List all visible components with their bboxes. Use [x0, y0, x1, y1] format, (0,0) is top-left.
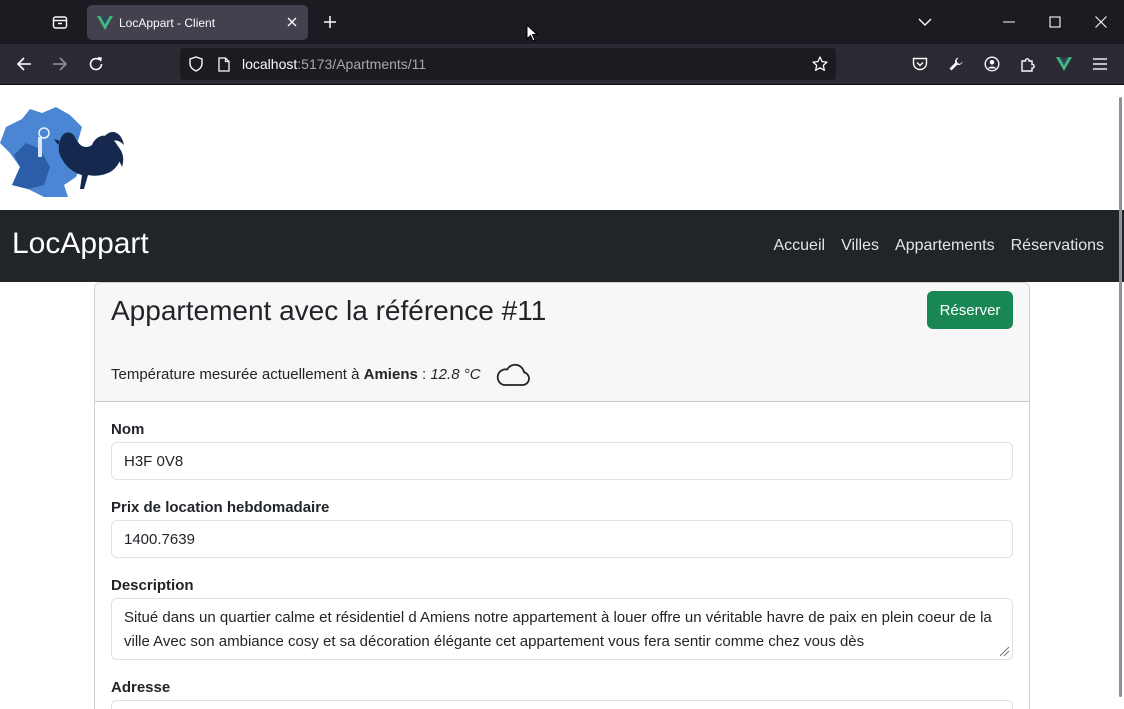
vue-icon	[97, 15, 113, 31]
name-value: H3F 0V8	[124, 452, 184, 470]
temperature-line: Température mesurée actuellement à Amien…	[111, 359, 531, 389]
maximize-button[interactable]	[1032, 0, 1078, 44]
minimize-button[interactable]	[986, 0, 1032, 44]
arrow-right-icon	[53, 57, 68, 71]
temperature-value: 12.8 °C	[430, 365, 481, 383]
menu-button[interactable]	[1085, 49, 1115, 79]
tab-close-button[interactable]	[284, 14, 300, 30]
vue-devtools-button[interactable]	[1049, 49, 1079, 79]
description-label: Description	[111, 577, 194, 594]
description-value: Situé dans un quartier calme et résident…	[124, 609, 992, 650]
url-text[interactable]: localhost:5173/Apartments/11	[242, 56, 426, 72]
nav-link-accueil[interactable]: Accueil	[773, 237, 825, 255]
url-bar[interactable]: localhost:5173/Apartments/11	[180, 48, 836, 80]
minimize-icon	[1003, 21, 1015, 23]
maximize-icon	[1049, 16, 1061, 28]
nav-link-appartements[interactable]: Appartements	[895, 237, 995, 255]
price-value: 1400.7639	[124, 530, 195, 548]
back-button[interactable]	[9, 49, 39, 79]
page-title: Appartement avec la référence #11	[111, 295, 547, 326]
page-icon[interactable]	[216, 56, 232, 72]
address-field[interactable]	[111, 700, 1013, 709]
page-scrollbar[interactable]	[1119, 97, 1122, 697]
wrench-icon	[949, 57, 963, 71]
page-content: LocAppart Accueil Villes Appartements Ré…	[0, 85, 1124, 709]
reload-icon	[89, 57, 103, 71]
account-button[interactable]	[977, 49, 1007, 79]
close-icon	[1095, 16, 1107, 28]
hamburger-icon	[1093, 58, 1107, 70]
url-path: :5173/Apartments/11	[297, 56, 427, 72]
resize-grip-icon[interactable]	[998, 645, 1010, 657]
shield-icon[interactable]	[188, 56, 204, 72]
tab-list-icon	[52, 16, 68, 29]
tab-active[interactable]: LocAppart - Client	[87, 5, 308, 40]
bookmark-star-icon[interactable]	[812, 56, 828, 72]
city-name: Amiens	[363, 365, 418, 383]
browser-tab-bar: LocAppart - Client	[0, 0, 1124, 44]
site-brand[interactable]: LocAppart	[12, 227, 149, 261]
price-label: Prix de location hebdomadaire	[111, 499, 330, 516]
reserve-button[interactable]: Réserver	[927, 291, 1013, 329]
pocket-button[interactable]	[905, 49, 935, 79]
vue-icon	[1056, 57, 1072, 71]
cloud-icon	[495, 359, 531, 389]
extensions-button[interactable]	[1013, 49, 1043, 79]
tools-button[interactable]	[941, 49, 971, 79]
arrow-left-icon	[16, 57, 31, 71]
account-icon	[984, 56, 1000, 72]
address-label: Adresse	[111, 679, 171, 696]
name-field[interactable]: H3F 0V8	[111, 442, 1013, 480]
apartment-card: Appartement avec la référence #11 Réserv…	[94, 282, 1030, 709]
tab-title: LocAppart - Client	[119, 15, 216, 30]
site-nav-links: Accueil Villes Appartements Réservations	[773, 237, 1104, 255]
apartment-card-header: Appartement avec la référence #11 Réserv…	[95, 283, 1029, 402]
reload-button[interactable]	[81, 49, 111, 79]
close-icon	[287, 17, 297, 27]
browser-toolbar: localhost:5173/Apartments/11	[0, 44, 1124, 85]
name-label: Nom	[111, 421, 145, 438]
nav-link-reservations[interactable]: Réservations	[1011, 237, 1104, 255]
forward-button[interactable]	[45, 49, 75, 79]
locappart-logo	[0, 107, 124, 197]
price-field[interactable]: 1400.7639	[111, 520, 1013, 558]
pocket-icon	[912, 57, 928, 70]
temperature-prefix: Température mesurée actuellement à	[111, 365, 364, 383]
new-tab-button[interactable]	[316, 8, 344, 36]
description-textarea[interactable]: Situé dans un quartier calme et résident…	[111, 598, 1013, 660]
plus-icon	[324, 16, 336, 28]
nav-link-villes[interactable]: Villes	[841, 237, 879, 255]
window-close-button[interactable]	[1078, 0, 1124, 44]
temperature-separator: :	[417, 365, 431, 383]
list-all-tabs-button[interactable]	[902, 0, 948, 44]
puzzle-icon	[1021, 58, 1035, 72]
url-host: localhost	[242, 56, 298, 72]
tab-list-button[interactable]	[44, 6, 76, 38]
site-navbar: LocAppart Accueil Villes Appartements Ré…	[0, 210, 1124, 282]
mouse-cursor-icon	[526, 24, 538, 42]
chevron-down-icon	[918, 18, 932, 26]
